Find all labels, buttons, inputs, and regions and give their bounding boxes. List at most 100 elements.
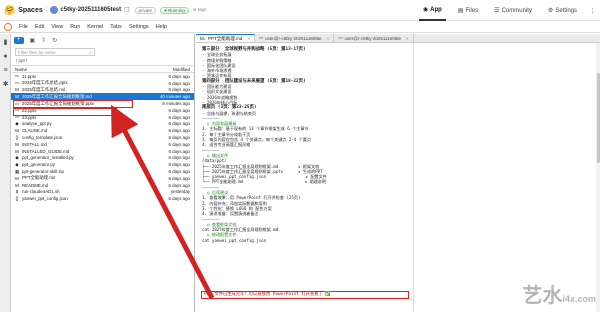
tab-community[interactable]: ☰ Community bbox=[490, 0, 536, 21]
close-icon[interactable]: × bbox=[247, 36, 250, 41]
file-name: README.md bbox=[22, 182, 49, 188]
json-icon: {} bbox=[15, 196, 19, 202]
menu-edit[interactable]: Edit bbox=[35, 24, 44, 30]
file-name: 2025年度工作总结.pptx bbox=[22, 80, 68, 86]
file-icon: ▭ bbox=[14, 100, 20, 106]
tab-terminal-1[interactable]: ▭ user@r-c5tky-2025111605te × bbox=[255, 34, 335, 42]
file-row[interactable]: ▭ 11.pptx 6 days ago bbox=[11, 73, 194, 80]
file-row[interactable]: ◆ ppt_generator.py 6 days ago bbox=[11, 161, 194, 168]
extension-icon[interactable]: ✱ bbox=[1, 80, 10, 89]
file-name: run-claude4AD1.sh bbox=[22, 189, 60, 195]
file-row[interactable]: ▭ 22.pptx 6 days ago bbox=[11, 107, 194, 114]
file-row[interactable]: M CLAUDE.md 6 days ago bbox=[11, 127, 194, 134]
zip-icon: ▦ bbox=[14, 168, 20, 174]
file-row[interactable]: ◆ ppt_generator_installed.py 6 days ago bbox=[11, 155, 194, 162]
terminal-panel[interactable]: 第三部分 全球视野与并购战略 (5页：第13-17页) - 全球业务拓展 - 跨境并… bbox=[196, 43, 414, 312]
file-name: config_template.json bbox=[22, 135, 63, 141]
separator: : bbox=[45, 7, 48, 13]
menu-view[interactable]: View bbox=[51, 24, 63, 30]
file-row[interactable]: {} config_template.json 6 days ago bbox=[11, 134, 194, 141]
file-row[interactable]: ▦ ppt-generator-skill.zip 6 days ago bbox=[11, 168, 194, 175]
spaces-link[interactable]: Spaces bbox=[18, 7, 43, 14]
file-modified: 6 days ago bbox=[168, 196, 190, 202]
column-modified[interactable]: Modified bbox=[173, 67, 190, 72]
tags-link[interactable]: ⊘ tags bbox=[193, 7, 207, 13]
file-row[interactable]: M INSTALLED_GUIDE.md 6 days ago bbox=[11, 148, 194, 155]
avatar[interactable] bbox=[50, 6, 59, 14]
column-header: Name Modified bbox=[11, 65, 194, 73]
file-row[interactable]: M INSTALL.md 6 days ago bbox=[11, 141, 194, 148]
file-row[interactable]: M 2025年度工作汇报全局规划框架.md 40 minutes ago bbox=[11, 93, 194, 101]
close-icon[interactable]: × bbox=[406, 36, 409, 41]
refresh-icon[interactable]: ↻ bbox=[52, 37, 57, 44]
running-icon[interactable]: ● bbox=[1, 52, 10, 61]
scrollbar[interactable] bbox=[596, 43, 600, 312]
file-row[interactable]: M PPT全能助理.md 6 days ago bbox=[11, 175, 194, 182]
file-row[interactable]: $ run-claude4AD1.sh yesterday bbox=[11, 189, 194, 196]
file-row[interactable]: {} yanwei_ppt_config.json 6 days ago bbox=[11, 195, 194, 202]
copy-icon[interactable]: ❐ bbox=[124, 7, 129, 14]
scrollbar-thumb[interactable] bbox=[596, 73, 600, 163]
file-name: 2025年度工作汇报全局规划框架.md bbox=[22, 93, 92, 99]
column-name[interactable]: Name bbox=[15, 67, 27, 72]
tab-settings[interactable]: ⚙ Settings bbox=[544, 0, 581, 21]
python-icon: ◆ bbox=[15, 161, 19, 167]
file-browser-toolbar: + ▣ ⇧ ↻ bbox=[11, 34, 194, 46]
space-name[interactable]: c5tky-2025111605test bbox=[60, 7, 121, 13]
file-row[interactable]: ◆ analyse_ppt.py 6 days ago bbox=[11, 121, 194, 128]
menu-tabs[interactable]: Tabs bbox=[110, 24, 122, 30]
tab-app[interactable]: ◉ App bbox=[418, 0, 446, 21]
menu-help[interactable]: Help bbox=[156, 24, 167, 30]
tab-files[interactable]: ▤ Files bbox=[454, 0, 482, 21]
upload-icon[interactable]: ⇧ bbox=[41, 37, 46, 44]
file-icon: ▭ bbox=[14, 107, 20, 113]
terminal-icon: ▭ bbox=[258, 35, 264, 40]
hugging-face-icon[interactable]: 🤗 bbox=[4, 5, 15, 15]
menu-file[interactable]: File bbox=[19, 24, 28, 30]
file-row[interactable]: M 2025年度工作总结.md 6 days ago bbox=[11, 87, 194, 94]
app-header: 🤗 Spaces : c5tky-2025111605test ❐ privat… bbox=[0, 0, 600, 21]
status-badge: ● Running bbox=[160, 6, 189, 14]
nav-label: Settings bbox=[555, 7, 577, 14]
file-row[interactable]: ▭ 33.pptx 6 days ago bbox=[11, 114, 194, 121]
new-launcher-button[interactable]: + bbox=[14, 36, 24, 44]
menu-kernel[interactable]: Kernel bbox=[87, 24, 103, 30]
file-modified: 6 days ago bbox=[168, 155, 190, 161]
watermark-small: i4x.com bbox=[562, 294, 596, 304]
watermark: 艺水i4x.com bbox=[522, 279, 596, 308]
terminal-icon: ▭ bbox=[338, 35, 343, 40]
menu-bar: File Edit View Run Kernel Tabs Settings … bbox=[0, 21, 600, 33]
tab-markdown[interactable]: M↓ PPT全能助理.md × bbox=[196, 34, 255, 42]
toc-icon[interactable]: ≡ bbox=[1, 66, 10, 75]
markdown-icon: M bbox=[15, 175, 19, 181]
menu-run[interactable]: Run bbox=[70, 24, 80, 30]
file-name: 22.pptx bbox=[22, 107, 37, 113]
file-modified: 6 days ago bbox=[168, 107, 190, 113]
terminal-output[interactable]: 第三部分 全球视野与并购战略 (5页：第13-17页) - 全球业务拓展 - 跨境并… bbox=[196, 43, 413, 312]
menu-settings[interactable]: Settings bbox=[129, 24, 149, 30]
watermark-text: 艺水 bbox=[522, 283, 563, 307]
close-icon[interactable]: × bbox=[327, 36, 330, 41]
file-modified: 8 minutes ago bbox=[162, 101, 190, 107]
tab-terminal-2[interactable]: ▭ user@r-c5tky-2025111605te × bbox=[334, 34, 414, 42]
file-modified: 6 days ago bbox=[168, 162, 190, 168]
file-modified: 6 days ago bbox=[168, 121, 190, 127]
file-row[interactable]: ▭ 2025年度工作总结.pptx 6 days ago bbox=[11, 80, 194, 87]
file-modified: 6 days ago bbox=[168, 148, 190, 154]
file-name: analyse_ppt.py bbox=[22, 121, 52, 127]
tab-label: user@r-c5tky-2025111605te bbox=[344, 35, 401, 41]
tab-bar: M↓ PPT全能助理.md × ▭ user@r-c5tky-2025111605te… bbox=[196, 34, 600, 43]
new-folder-icon[interactable]: ▣ bbox=[30, 37, 36, 44]
filter-input[interactable]: Filter files by name ⌕ bbox=[15, 48, 95, 56]
file-modified: 6 days ago bbox=[168, 80, 190, 86]
breadcrumb[interactable]: / ppt / bbox=[16, 58, 189, 63]
folder-icon[interactable]: ▮ bbox=[1, 38, 10, 47]
file-row[interactable]: M README.md 6 days ago bbox=[11, 182, 194, 189]
python-icon: ◆ bbox=[15, 120, 19, 126]
file-icon: ▭ bbox=[14, 80, 20, 86]
file-modified: 6 days ago bbox=[168, 114, 190, 120]
nav-label: Community bbox=[501, 7, 532, 14]
more-icon[interactable]: ⋮ bbox=[589, 7, 596, 15]
file-row[interactable]: ▭ 2025年度工作汇报全局规划框架.pptx 8 minutes ago bbox=[11, 100, 194, 107]
community-icon: ☰ bbox=[494, 8, 500, 14]
